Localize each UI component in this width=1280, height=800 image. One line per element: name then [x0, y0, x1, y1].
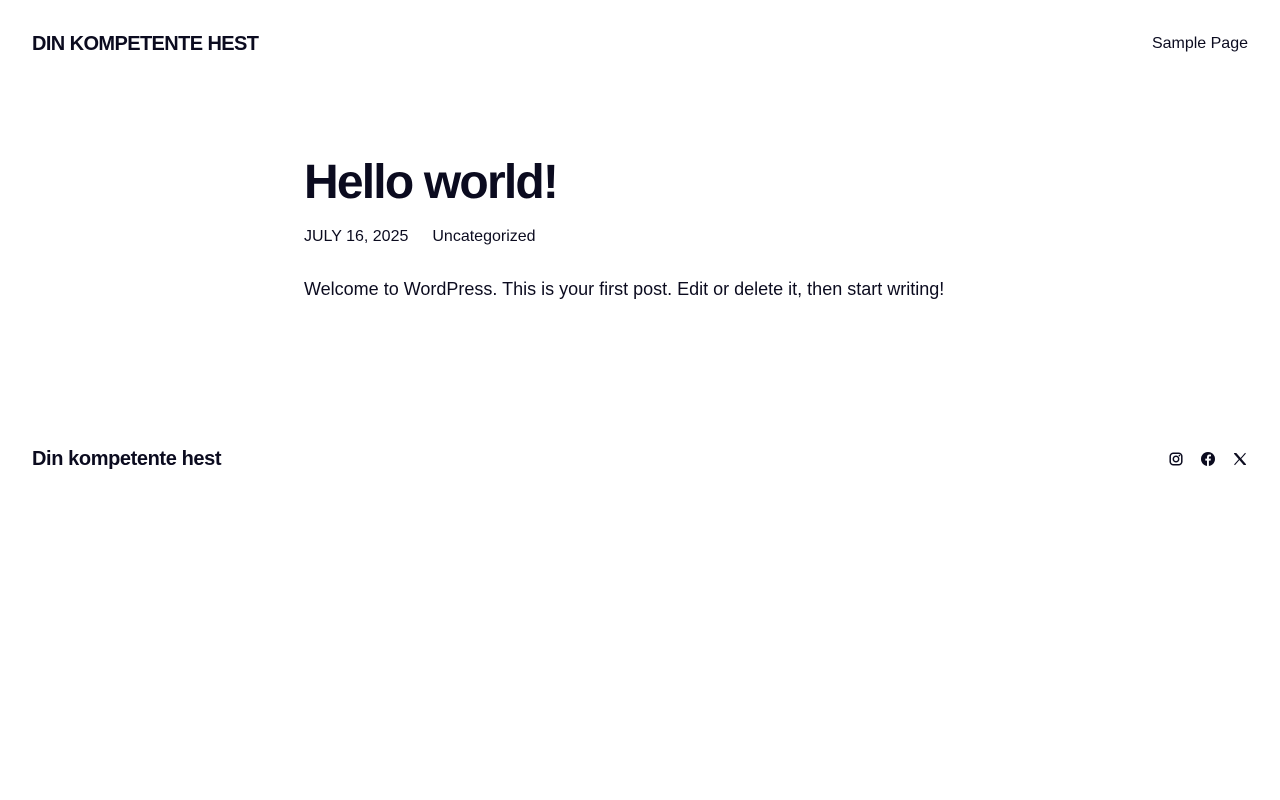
post-title: Hello world! — [304, 156, 559, 209]
page: DIN KOMPETENTE HEST Sample Page Hello wo… — [0, 0, 1280, 800]
social-links — [1168, 451, 1248, 467]
primary-navigation: Sample Page — [1152, 35, 1248, 53]
footer-site-title-link[interactable]: Din kompetente hest — [32, 448, 222, 471]
nav-item-sample-page[interactable]: Sample Page — [1152, 35, 1248, 52]
post-meta: JULY 16, 2025 Uncategorized — [304, 226, 1004, 248]
post-category-link[interactable]: Uncategorized — [432, 226, 535, 248]
instagram-link[interactable] — [1168, 451, 1184, 467]
facebook-icon — [1201, 452, 1215, 466]
post-date: JULY 16, 2025 — [304, 228, 409, 245]
site-header: DIN KOMPETENTE HEST Sample Page — [32, 28, 1248, 60]
site-footer: Din kompetente hest — [32, 444, 1248, 474]
instagram-icon — [1169, 452, 1183, 466]
post: Hello world! JULY 16, 2025 Uncategorized… — [304, 150, 1004, 302]
x-link[interactable] — [1232, 451, 1248, 467]
facebook-link[interactable] — [1200, 451, 1216, 467]
post-content: Welcome to WordPress. This is your first… — [304, 279, 945, 299]
site-title-link[interactable]: DIN KOMPETENTE HEST — [32, 33, 259, 56]
x-icon — [1233, 452, 1247, 466]
